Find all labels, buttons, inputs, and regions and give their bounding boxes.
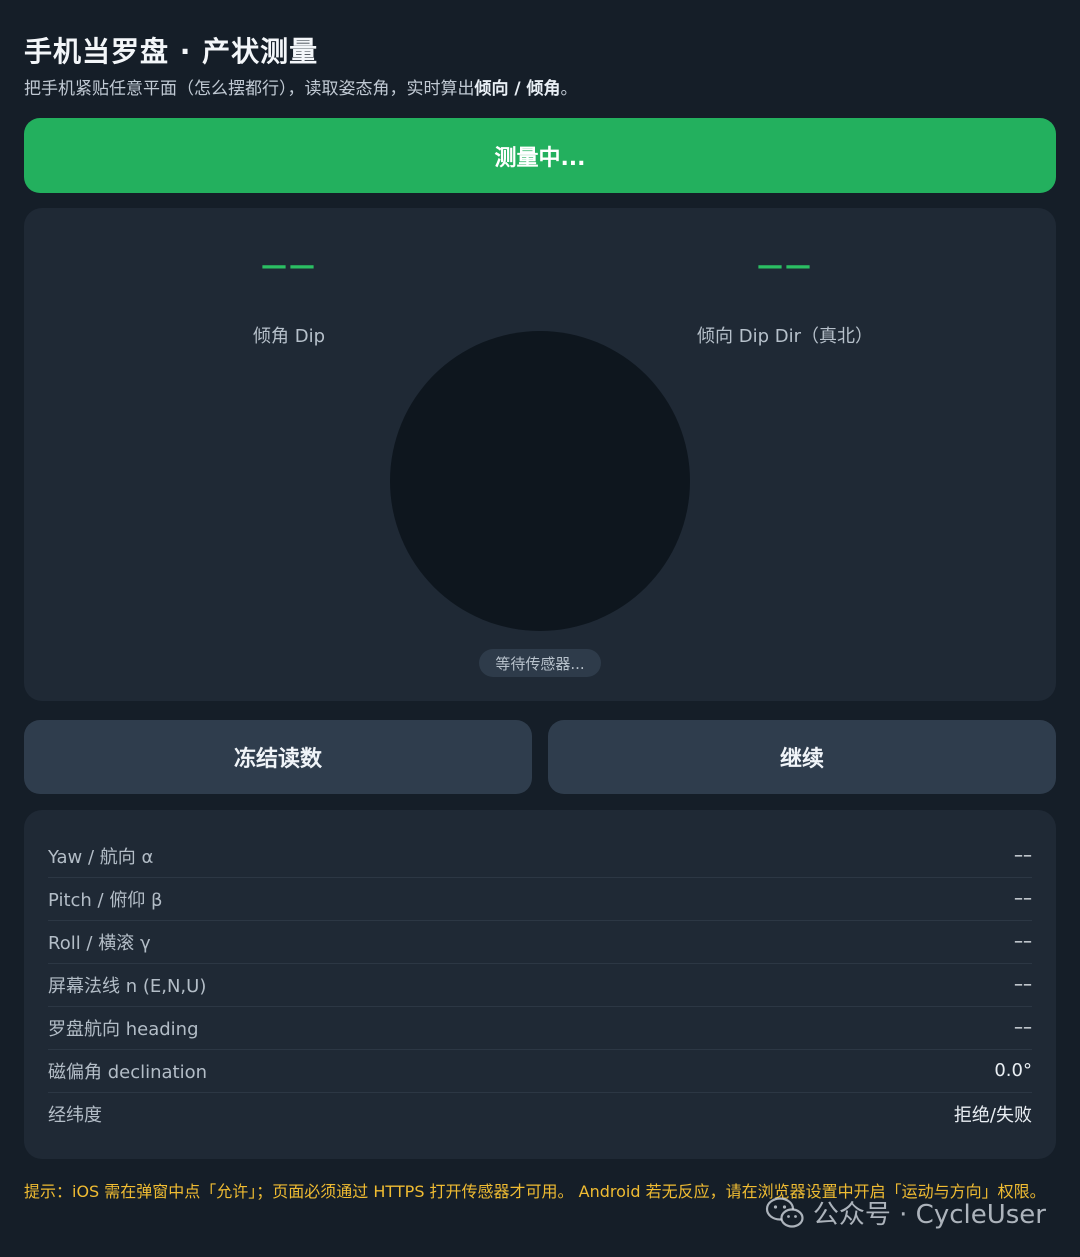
reading-row-pitch: Pitch / 俯仰 β –– [48, 877, 1032, 921]
reading-label: Yaw / 航向 α [48, 846, 154, 868]
page-title: 手机当罗盘 · 产状测量 [24, 35, 319, 68]
reading-row-lat-lon: 经纬度 拒绝/失败 [48, 1092, 1032, 1135]
reading-row-screen-normal: 屏幕法线 n (E,N,U) –– [48, 963, 1032, 1007]
reading-value: –– [1014, 845, 1032, 866]
reading-row-declination: 磁偏角 declination 0.0° [48, 1049, 1032, 1093]
subtitle-separator: / [508, 79, 527, 99]
reading-row-heading: 罗盘航向 heading –– [48, 1006, 1032, 1050]
dip-direction-label: 倾向 Dip Dir（真北） [697, 326, 873, 347]
reading-value: –– [1014, 888, 1032, 909]
reading-value: 0.0° [994, 1060, 1032, 1081]
subtitle-prefix: 把手机紧贴任意平面（怎么摆都行），读取姿态角，实时算出 [24, 79, 475, 99]
watermark: 公众号 · CycleUser [765, 1194, 1046, 1231]
dip-metric: —— 倾角 Dip [139, 246, 439, 348]
freeze-readings-button[interactable]: 冻结读数 [24, 720, 532, 794]
reading-label: 磁偏角 declination [48, 1061, 208, 1083]
sensor-status-badge: 等待传感器... [479, 649, 601, 677]
gauge-card: —— 倾角 Dip —— 倾向 Dip Dir（真北） 等待传感器... [24, 208, 1056, 701]
dip-label: 倾角 Dip [252, 326, 325, 347]
reading-label: 经纬度 [48, 1104, 102, 1126]
reading-label: 屏幕法线 n (E,N,U) [48, 975, 207, 997]
reading-value: –– [1014, 931, 1032, 952]
subtitle-suffix: 。 [560, 79, 578, 99]
reading-value: –– [1014, 1017, 1032, 1038]
measure-button[interactable]: 测量中... [24, 118, 1056, 193]
continue-button[interactable]: 继续 [548, 720, 1056, 794]
readings-table: Yaw / 航向 α –– Pitch / 俯仰 β –– Roll / 横滚 … [24, 810, 1056, 1159]
reading-label: 罗盘航向 heading [48, 1018, 199, 1040]
subtitle-emphasis-dip: 倾角 [526, 79, 561, 99]
reading-value: 拒绝/失败 [953, 1104, 1032, 1126]
reading-row-roll: Roll / 横滚 γ –– [48, 920, 1032, 964]
compass-dial [390, 331, 690, 631]
subtitle-emphasis-dip-dir: 倾向 [474, 79, 509, 99]
wechat-icon [765, 1196, 805, 1230]
reading-row-yaw: Yaw / 航向 α –– [48, 834, 1032, 878]
reading-label: Pitch / 俯仰 β [48, 889, 163, 911]
reading-value: –– [1014, 974, 1032, 995]
reading-label: Roll / 横滚 γ [48, 932, 151, 954]
page-subtitle: 把手机紧贴任意平面（怎么摆都行），读取姿态角，实时算出倾向 / 倾角。 [24, 74, 578, 99]
dip-value: —— [261, 251, 317, 281]
dip-direction-value: —— [757, 251, 813, 281]
dip-direction-metric: —— 倾向 Dip Dir（真北） [635, 246, 935, 348]
watermark-text: 公众号 · CycleUser [812, 1200, 1046, 1230]
